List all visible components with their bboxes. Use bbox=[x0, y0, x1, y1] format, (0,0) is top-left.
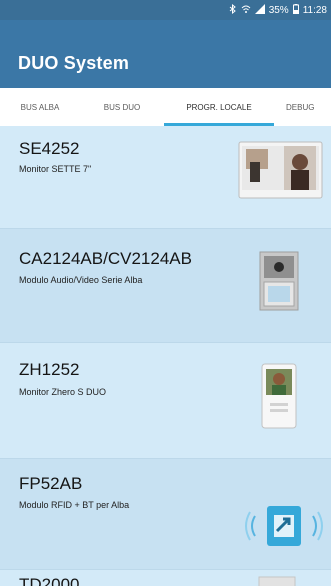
monitor-image bbox=[261, 363, 297, 429]
list-item[interactable]: ZH1252 Monitor Zhero S DUO bbox=[0, 343, 331, 459]
product-code: SE4252 bbox=[19, 139, 80, 158]
product-image bbox=[258, 576, 296, 586]
list-item[interactable]: TD2000 bbox=[0, 570, 331, 586]
monitor-image bbox=[238, 140, 323, 200]
product-description: Modulo Audio/Video Serie Alba bbox=[19, 275, 143, 285]
signal-icon bbox=[254, 4, 265, 17]
battery-percentage: 35% bbox=[268, 5, 289, 16]
rfid-bluetooth-icon bbox=[243, 501, 325, 551]
wifi-icon bbox=[241, 4, 251, 17]
status-bar: 35% 11:28 bbox=[0, 0, 331, 20]
list-item[interactable]: SE4252 Monitor SETTE 7" bbox=[0, 126, 331, 229]
tab-bus-alba[interactable]: BUS ALBA bbox=[0, 88, 80, 126]
list-item[interactable]: CA2124AB/CV2124AB Modulo Audio/Video Ser… bbox=[0, 229, 331, 343]
list-item[interactable]: FP52AB Modulo RFID + BT per Alba bbox=[0, 459, 331, 570]
clock-time: 11:28 bbox=[302, 5, 327, 16]
page-title: DUO System bbox=[18, 53, 130, 73]
product-code: CA2124AB/CV2124AB bbox=[19, 249, 192, 268]
product-description: Monitor SETTE 7" bbox=[19, 164, 92, 174]
tab-bar: BUS ALBA BUS DUO PROGR. LOCALE DEBUG bbox=[0, 88, 331, 127]
bluetooth-icon bbox=[229, 3, 237, 17]
app-bar: DUO System bbox=[0, 20, 331, 88]
battery-icon bbox=[292, 4, 299, 17]
door-panel-image bbox=[259, 251, 299, 311]
product-code: TD2000 bbox=[19, 575, 80, 586]
product-description: Modulo RFID + BT per Alba bbox=[19, 500, 130, 510]
product-code: ZH1252 bbox=[19, 360, 80, 379]
product-list[interactable]: SE4252 Monitor SETTE 7" CA2124AB/CV2124A… bbox=[0, 126, 331, 586]
tab-debug[interactable]: DEBUG bbox=[274, 88, 331, 126]
tab-progr-locale[interactable]: PROGR. LOCALE bbox=[164, 88, 274, 126]
product-code: FP52AB bbox=[19, 474, 83, 493]
product-description: Monitor Zhero S DUO bbox=[19, 387, 107, 397]
tab-bus-duo[interactable]: BUS DUO bbox=[80, 88, 164, 126]
